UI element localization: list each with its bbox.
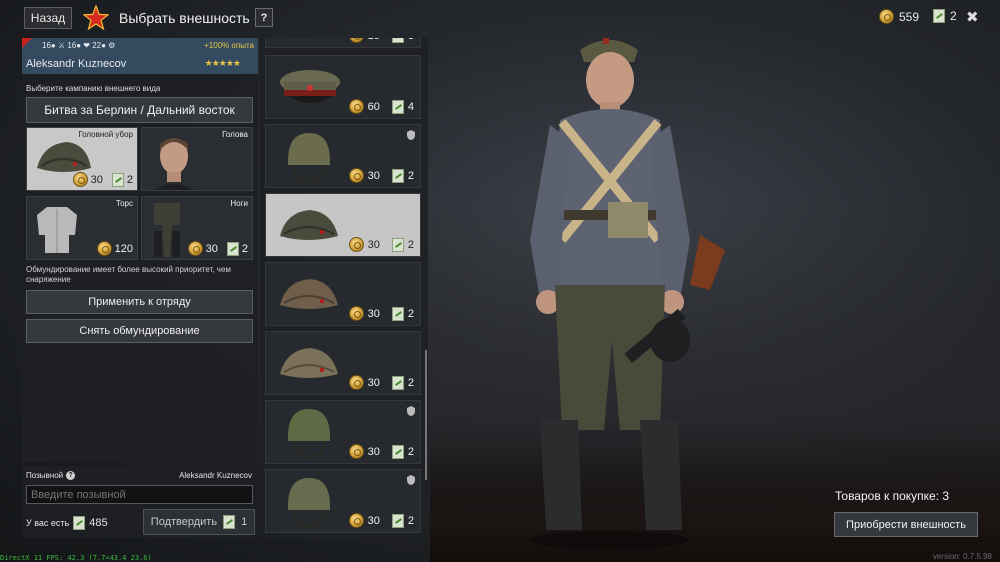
- ticket-icon: [391, 99, 404, 114]
- pilotka-cap-icon: [280, 279, 338, 309]
- gold-coin-icon: [348, 38, 364, 43]
- buy-appearance-button[interactable]: Приобрести внешность: [834, 512, 978, 537]
- list-item[interactable]: 15 3: [265, 38, 421, 48]
- pilotka-cap-icon: [280, 348, 338, 378]
- version-label: version: 0.7.5.98: [932, 552, 992, 561]
- helmet-icon: [288, 133, 330, 182]
- gold-coin-icon: [72, 172, 88, 187]
- back-button[interactable]: Назад: [24, 7, 72, 29]
- slot-price: 120: [96, 241, 133, 256]
- list-item[interactable]: 60 4: [265, 55, 421, 119]
- slot-label: Ноги: [230, 199, 248, 208]
- soldier-model: [530, 38, 725, 549]
- shield-icon: [407, 406, 415, 416]
- shield-icon: [407, 130, 415, 140]
- rank-flag-icon: [22, 38, 32, 48]
- list-item-selected[interactable]: 30 2: [265, 193, 421, 257]
- gold-coin-icon: [348, 99, 364, 114]
- priority-note: Обмундирование имеет более высокий приор…: [26, 265, 231, 284]
- item-price: 30 2: [348, 444, 414, 459]
- item-price: 30 2: [348, 237, 414, 252]
- pilotka-cap-icon: [280, 210, 338, 240]
- head-portrait-icon: [154, 138, 194, 190]
- gold-amount: 559: [899, 9, 920, 24]
- slot-headgear[interactable]: Головной убор 30 2: [26, 127, 138, 191]
- slot-legs[interactable]: Ноги 30 2: [141, 196, 253, 260]
- ticket-icon: [111, 172, 124, 187]
- ticket-icon: [226, 241, 239, 256]
- soldier-name: Aleksandr Kuznecov: [26, 58, 127, 70]
- campaign-select-button[interactable]: Битва за Берлин / Дальний восток: [26, 97, 253, 123]
- apply-to-squad-button[interactable]: Применить к отряду: [26, 290, 253, 314]
- info-icon[interactable]: ?: [66, 471, 76, 480]
- gold-coin-icon: [96, 241, 112, 256]
- item-price: 30 2: [348, 513, 414, 528]
- soldier-card[interactable]: 16● ⚔ 16● ❤ 22● ⚙ +100% опыта Aleksandr …: [22, 38, 258, 74]
- ticket-balance: 2: [933, 9, 957, 23]
- gold-coin-icon: [187, 241, 203, 256]
- helmet-icon: [288, 409, 330, 458]
- callsign-current-name: Aleksandr Kuznecov: [179, 471, 252, 480]
- gold-balance: 559: [879, 9, 919, 24]
- ticket-icon: [391, 237, 404, 252]
- ticket-icon: [391, 513, 404, 528]
- top-bar: Назад Выбрать внешность ? 559 2 ✖: [0, 0, 1000, 36]
- gold-coin-icon: [879, 9, 894, 24]
- item-price: 30 2: [348, 375, 414, 390]
- gold-coin-icon: [348, 444, 364, 459]
- ticket-icon: [391, 38, 404, 43]
- callsign-label: Позывной ?: [26, 471, 76, 480]
- page-title: Выбрать внешность: [119, 10, 250, 26]
- slot-label: Торс: [115, 199, 133, 208]
- close-button[interactable]: ✖: [966, 8, 979, 26]
- helmet-icon: [288, 478, 330, 527]
- list-item[interactable]: 30 2: [265, 331, 421, 395]
- list-item[interactable]: 30 2: [265, 262, 421, 326]
- slot-label: Голова: [222, 130, 248, 139]
- list-item[interactable]: 30 2: [265, 469, 421, 533]
- list-item[interactable]: 30 2: [265, 400, 421, 464]
- ticket-icon: [391, 375, 404, 390]
- ticket-icon: [933, 9, 945, 23]
- gold-coin-icon: [348, 306, 364, 321]
- trousers-icon: [154, 203, 180, 257]
- slot-price: 30 2: [72, 172, 133, 187]
- callsign-panel: Позывной ? Aleksandr Kuznecov У вас есть…: [22, 466, 258, 538]
- fps-counter: DirectX 11 FPS: 42.3 (7.7<43.4 23.6): [0, 554, 152, 562]
- slot-head[interactable]: Голова: [141, 127, 253, 191]
- confirm-callsign-button[interactable]: Подтвердить 1: [143, 509, 255, 535]
- help-button[interactable]: ?: [255, 8, 273, 27]
- red-star-icon: [83, 5, 109, 31]
- cart-count: Товаров к покупке: 3: [835, 489, 950, 503]
- peaked-cap-icon: [280, 70, 340, 103]
- headgear-item-list: 15 3 60 4 30 2: [260, 38, 428, 538]
- campaign-label: Выберите кампанию внешнего вида: [26, 84, 161, 93]
- item-price: 60 4: [348, 99, 414, 114]
- ticket-icon: [391, 306, 404, 321]
- item-list-scrollbar[interactable]: [425, 350, 427, 480]
- ticket-icon: [391, 168, 404, 183]
- item-price: 30 2: [348, 306, 414, 321]
- soldier-stats: 16● ⚔ 16● ❤ 22● ⚙: [42, 41, 116, 50]
- gold-coin-icon: [348, 168, 364, 183]
- slot-price: 30 2: [187, 241, 248, 256]
- exp-bonus: +100% опыта: [204, 41, 254, 50]
- tunic-icon: [37, 207, 77, 253]
- ticket-icon: [223, 515, 236, 529]
- ticket-icon: [391, 444, 404, 459]
- ticket-amount: 2: [950, 9, 957, 23]
- ticket-icon: [73, 516, 86, 530]
- gold-coin-icon: [348, 375, 364, 390]
- list-item[interactable]: 30 2: [265, 124, 421, 188]
- item-price: 15 3: [348, 38, 414, 43]
- soldier-rating-stars: ★★★★★: [204, 58, 241, 68]
- item-price: 30 2: [348, 168, 414, 183]
- slot-torso[interactable]: Торс 120: [26, 196, 138, 260]
- gold-coin-icon: [348, 237, 364, 252]
- ticket-balance-label: У вас есть 485: [26, 516, 108, 530]
- remove-uniform-button[interactable]: Снять обмундирование: [26, 319, 253, 343]
- callsign-input[interactable]: [26, 485, 253, 504]
- shield-icon: [407, 475, 415, 485]
- gold-coin-icon: [348, 513, 364, 528]
